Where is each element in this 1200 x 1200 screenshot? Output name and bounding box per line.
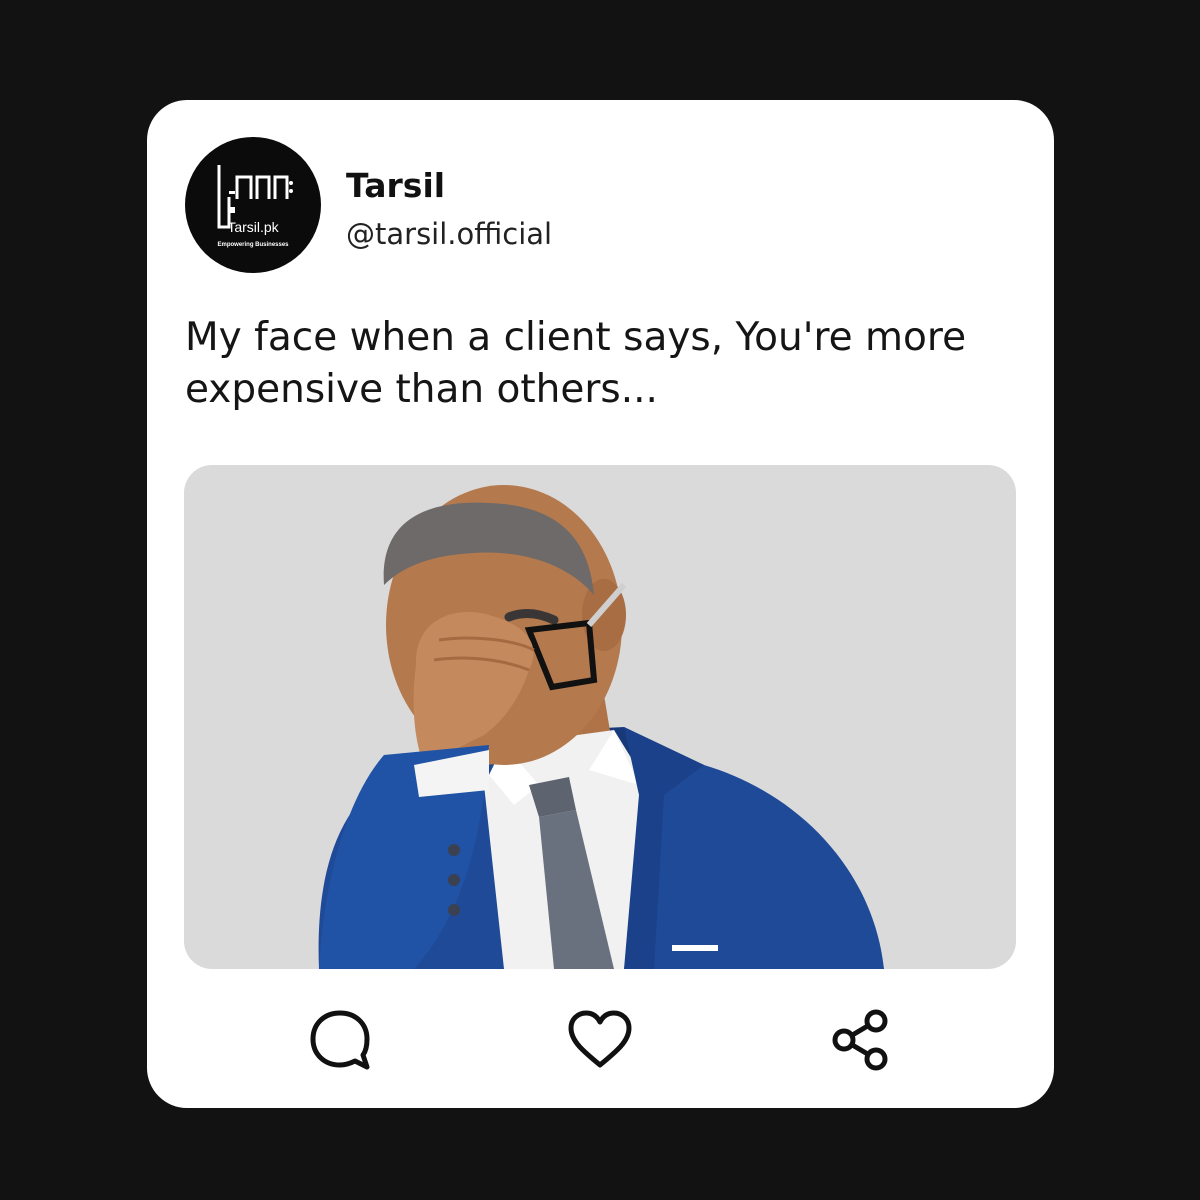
post-text: My face when a client says, You're more … bbox=[185, 315, 967, 412]
author-name[interactable]: Tarsil bbox=[346, 166, 445, 205]
heart-icon bbox=[568, 1010, 632, 1068]
logo-brand-name: Tarsil.pk bbox=[227, 219, 279, 235]
share-button[interactable] bbox=[825, 1005, 895, 1075]
author-avatar[interactable]: Tarsil.pk Empowering Businesses bbox=[185, 137, 321, 273]
speech-bubble-icon bbox=[310, 1010, 370, 1070]
author-handle[interactable]: @tarsil.official bbox=[346, 217, 552, 251]
post-card: Tarsil.pk Empowering Businesses Tarsil @… bbox=[147, 100, 1054, 1108]
comment-button[interactable] bbox=[305, 1005, 375, 1075]
like-button[interactable] bbox=[565, 1005, 635, 1075]
logo-tagline: Empowering Businesses bbox=[217, 242, 289, 248]
tarsil-logo-icon bbox=[217, 165, 293, 229]
share-nodes-icon bbox=[832, 1009, 888, 1071]
post-image[interactable] bbox=[184, 465, 1016, 969]
businessman-facepalm-illustration bbox=[318, 485, 884, 969]
